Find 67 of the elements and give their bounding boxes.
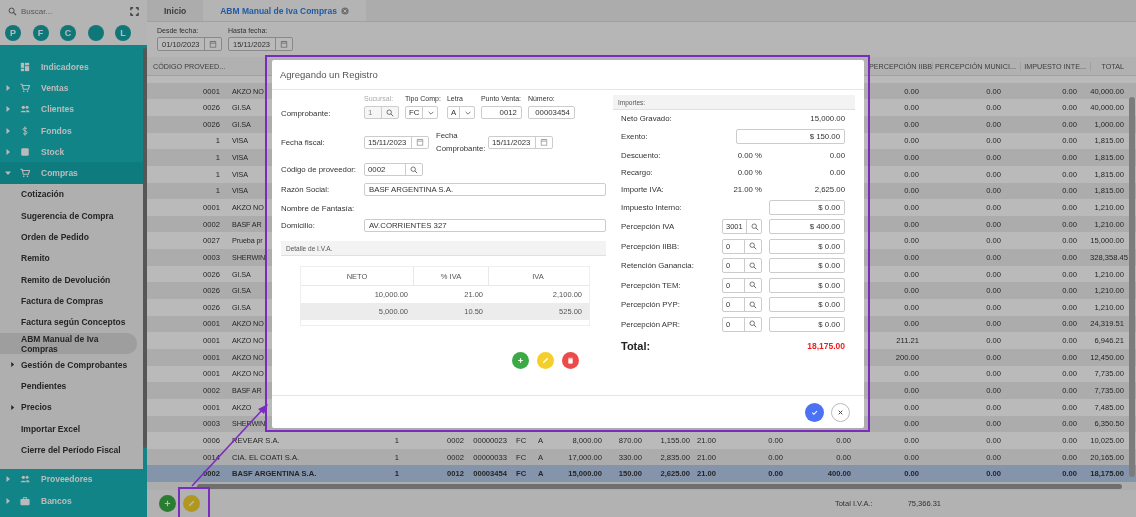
search-icon bbox=[749, 320, 757, 329]
cart-icon bbox=[20, 168, 30, 179]
search-icon bbox=[749, 242, 757, 251]
scrollbar[interactable] bbox=[1129, 97, 1135, 477]
box-icon bbox=[20, 146, 30, 157]
search-icon bbox=[410, 165, 418, 174]
search-icon bbox=[386, 108, 394, 117]
total-value: 18,175.00 bbox=[806, 341, 845, 351]
close-icon[interactable] bbox=[340, 6, 349, 15]
menu-item[interactable]: Cierre del Período Fiscal bbox=[0, 439, 137, 461]
menu-item[interactable]: Remito de Devolución bbox=[0, 268, 137, 291]
add-button[interactable] bbox=[512, 352, 529, 369]
caret-right-icon bbox=[5, 148, 11, 155]
search-icon bbox=[750, 222, 759, 231]
pencil-icon bbox=[541, 356, 550, 365]
search-icon bbox=[749, 300, 757, 309]
search-icon bbox=[749, 261, 757, 270]
menu-item[interactable]: Orden de Pedido bbox=[0, 226, 137, 248]
close-button[interactable] bbox=[831, 402, 850, 422]
caret-right-icon bbox=[10, 362, 15, 368]
search-icon bbox=[8, 6, 17, 16]
plus-icon bbox=[516, 356, 525, 365]
caret-right-icon bbox=[5, 127, 11, 134]
add-button[interactable] bbox=[159, 495, 176, 512]
calendar-icon bbox=[209, 40, 217, 48]
caret-right-icon bbox=[10, 404, 15, 410]
caret-right-icon bbox=[5, 476, 11, 483]
menu-item[interactable]: Factura de Compras bbox=[0, 290, 137, 312]
caret-right-icon bbox=[5, 84, 11, 91]
fullscreen-icon[interactable] bbox=[130, 6, 139, 16]
menu-item[interactable]: Cotización bbox=[0, 183, 137, 206]
menu-item[interactable]: Precios bbox=[0, 396, 137, 419]
search-icon bbox=[749, 281, 757, 290]
highlight-frame bbox=[178, 487, 210, 517]
scrollbar[interactable] bbox=[143, 48, 147, 448]
scrollbar[interactable] bbox=[197, 483, 1122, 489]
menu-item[interactable]: Sugerencia de Compra bbox=[0, 205, 137, 227]
calendar-icon bbox=[280, 40, 288, 48]
dollar-icon bbox=[20, 125, 30, 136]
trash-icon bbox=[566, 356, 575, 365]
menu-item[interactable]: Pendientes bbox=[0, 375, 137, 397]
menu-item[interactable]: ABM Manual de Iva Compras bbox=[0, 332, 137, 355]
pencil-icon bbox=[187, 499, 196, 508]
total-label: Total: bbox=[621, 340, 652, 352]
people-icon bbox=[20, 104, 30, 115]
caret-right-icon bbox=[5, 106, 11, 113]
caret-down-icon bbox=[5, 170, 11, 177]
edit-button[interactable] bbox=[183, 495, 200, 512]
shortcut-button[interactable] bbox=[87, 25, 104, 41]
menu-item[interactable]: Importar Excel bbox=[0, 418, 137, 440]
briefcase-icon bbox=[20, 495, 30, 506]
menu-item[interactable]: Factura según Conceptos bbox=[0, 311, 137, 333]
caret-right-icon bbox=[5, 497, 11, 504]
dashboard-icon bbox=[20, 61, 30, 72]
dialog-title: Agregando un Registro bbox=[280, 69, 378, 80]
menu-item[interactable]: Gestión de Comprobantes bbox=[0, 354, 137, 376]
menu-item[interactable]: Remito bbox=[0, 247, 137, 269]
delete-button[interactable] bbox=[562, 352, 579, 369]
search-field[interactable]: Buscar... bbox=[21, 6, 121, 16]
tab[interactable]: Inicio bbox=[147, 0, 204, 21]
plus-icon bbox=[163, 499, 172, 508]
cart-icon bbox=[20, 82, 30, 93]
edit-button[interactable] bbox=[537, 352, 554, 369]
people-icon bbox=[20, 474, 30, 485]
confirm-button[interactable] bbox=[805, 402, 824, 422]
calendar-icon bbox=[540, 138, 548, 146]
calendar-icon bbox=[416, 138, 424, 146]
